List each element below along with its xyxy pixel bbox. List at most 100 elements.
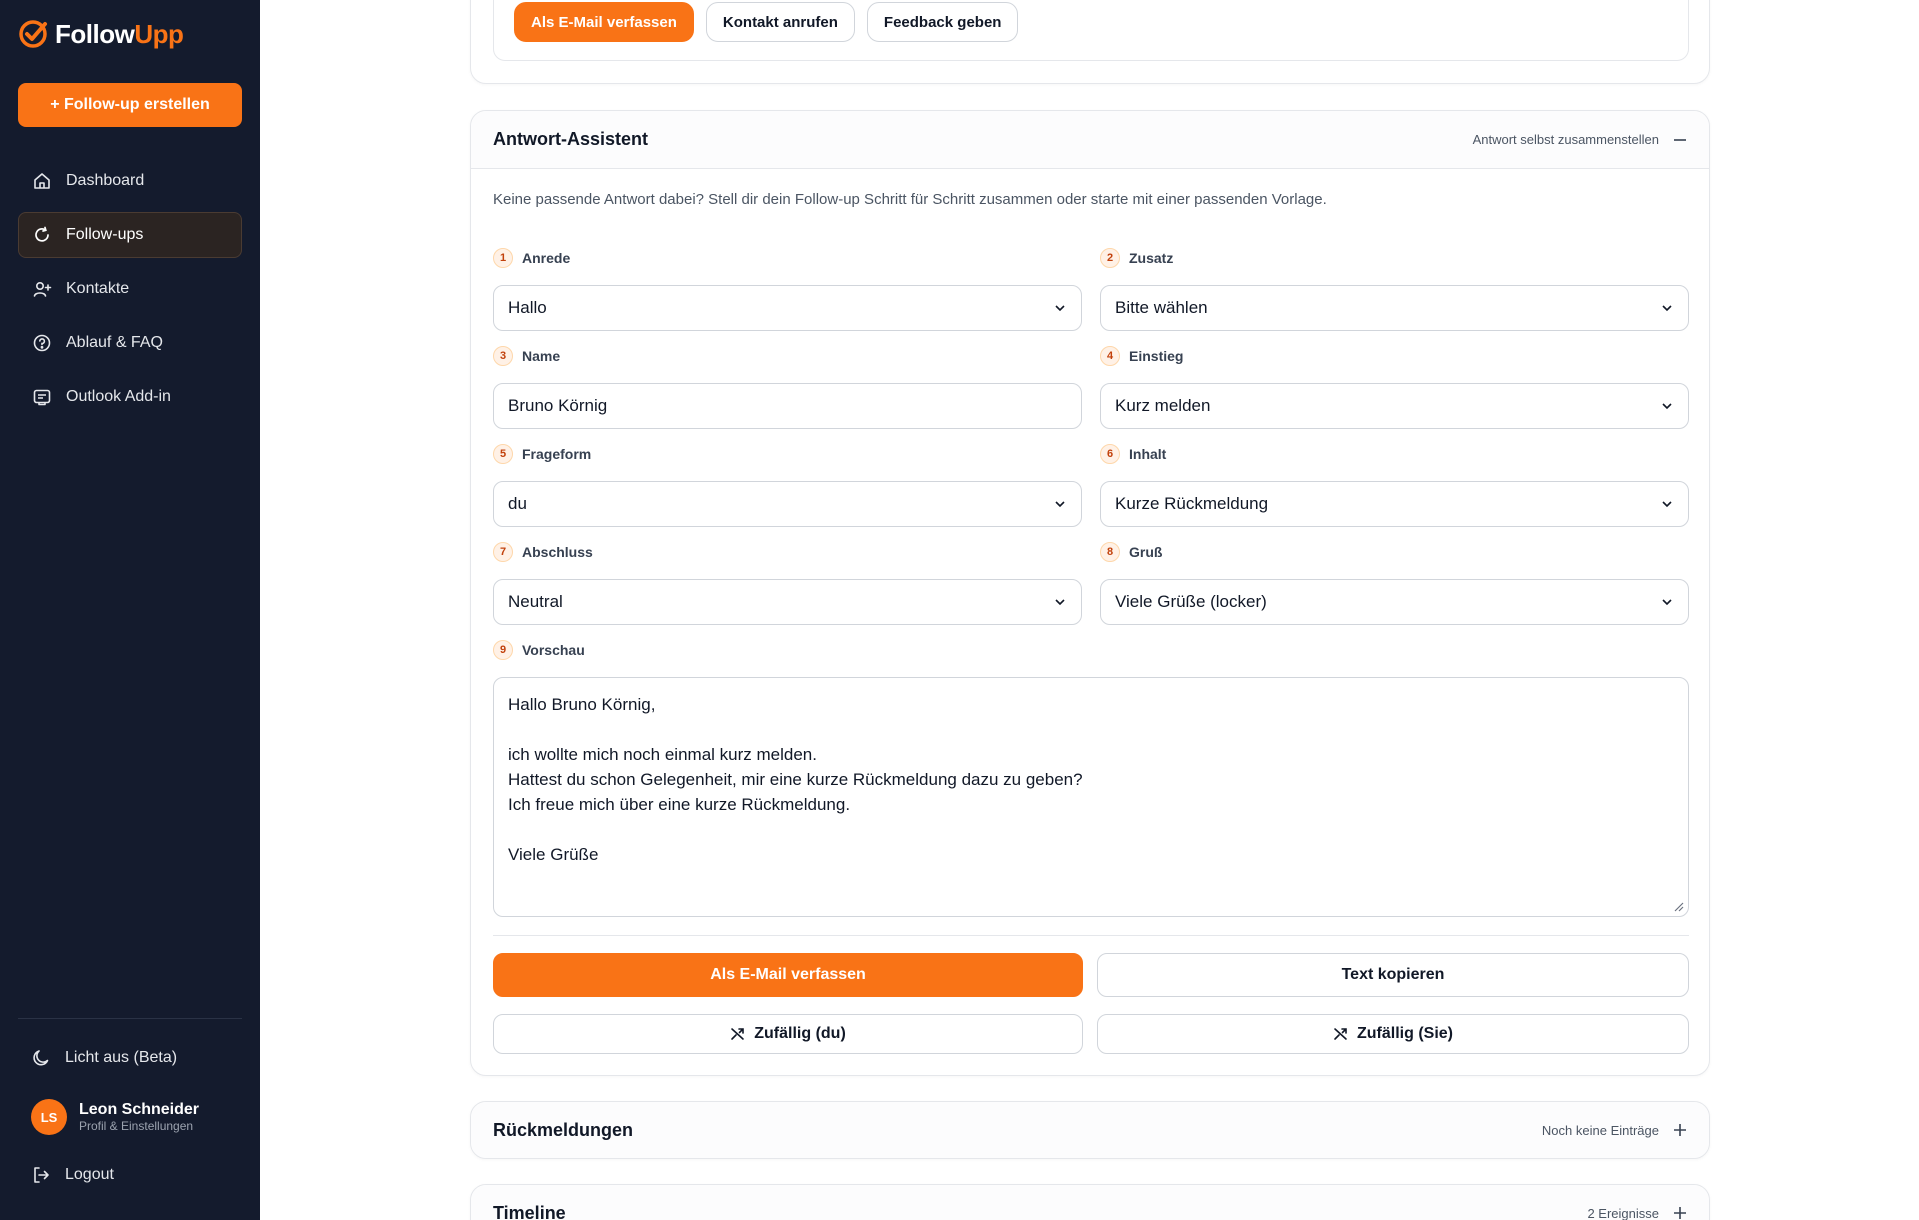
field-vorschau-label: 9 Vorschau [493, 639, 585, 661]
timeline-section-header[interactable]: Timeline 2 Ereignisse [471, 1185, 1709, 1220]
gruss-select[interactable]: Viele Grüße (locker) [1100, 579, 1689, 625]
select-value: du [508, 494, 527, 513]
shuffle-icon [731, 1028, 745, 1040]
frageform-select[interactable]: du [493, 481, 1082, 527]
preview-line: Hattest du schon Gelegenheit, mir eine k… [508, 770, 1083, 789]
sidebar-divider [18, 1018, 242, 1019]
field-inhalt: 6 Inhalt Kurze Rückmeldung [1100, 443, 1689, 527]
contact-actions-box: Als E-Mail verfassen Kontakt anrufen Fee… [493, 0, 1689, 61]
field-gruss-label: 8 Gruß [1100, 541, 1689, 563]
logout-icon [34, 1167, 49, 1183]
refresh-icon [35, 226, 49, 242]
field-frageform: 5 Frageform du [493, 443, 1082, 527]
field-gruss: 8 Gruß Viele Grüße (locker) [1100, 541, 1689, 625]
field-label-text: Abschluss [522, 544, 593, 560]
select-value: Viele Grüße (locker) [1115, 592, 1267, 611]
compose-email-button[interactable]: Als E-Mail verfassen [493, 953, 1083, 997]
mail-box-icon [33, 389, 51, 406]
step-number: 7 [493, 542, 513, 562]
field-label-text: Frageform [522, 446, 592, 462]
preview-line: Viele Grüße [508, 845, 599, 864]
preview-line [508, 817, 1674, 842]
random-du-label: Zufällig (du) [754, 1025, 846, 1042]
preview-line: ich wollte mich noch einmal kurz melden. [508, 745, 817, 764]
user-name: Leon Schneider [79, 1101, 200, 1118]
logo-check-icon [19, 20, 47, 48]
step-number: 9 [493, 640, 513, 660]
random-du-button[interactable]: Zufällig (du) [493, 1014, 1083, 1054]
user-profile[interactable]: LS Leon Schneider Profil & Einstellungen [31, 1099, 199, 1135]
step-number: 3 [493, 346, 513, 366]
preview-line [508, 717, 1674, 742]
contact-action-buttons: Als E-Mail verfassen Kontakt anrufen Fee… [514, 2, 1019, 42]
sidebar-item-outlook-add-in[interactable]: Outlook Add-in [18, 374, 242, 420]
preview-line: Ich freue mich über eine kurze Rückmeldu… [508, 795, 851, 814]
logo[interactable]: FollowUpp [17, 18, 184, 50]
help-circle-icon [33, 334, 51, 352]
feedback-section-header[interactable]: Rückmeldungen Noch keine Einträge [471, 1102, 1709, 1158]
logout-label: Logout [65, 1166, 114, 1183]
compose-email-button-top[interactable]: Als E-Mail verfassen [514, 2, 694, 42]
expand-plus-icon [1674, 1207, 1686, 1219]
home-icon [34, 173, 50, 189]
sidebar-item-follow-ups[interactable]: Follow-ups [18, 212, 242, 258]
theme-toggle[interactable]: Licht aus (Beta) [31, 1048, 177, 1068]
reply-assistant-header[interactable]: Antwort-Assistent Antwort selbst zusamme… [471, 111, 1709, 169]
feedback-section-toggle[interactable]: Noch keine Einträge [1542, 1123, 1687, 1138]
reply-assistant-title: Antwort-Assistent [493, 129, 649, 149]
shuffle-icon [1334, 1028, 1347, 1040]
user-plus-icon [33, 281, 52, 297]
logo-text: FollowUpp [55, 18, 184, 49]
chevron-down-icon [1662, 599, 1672, 606]
select-value: Bitte wählen [1115, 298, 1208, 317]
step-number: 5 [493, 444, 513, 464]
feedback-section-meta: Noch keine Einträge [1541, 1122, 1659, 1138]
expand-plus-icon [1674, 1124, 1686, 1136]
logout-button[interactable]: Logout [31, 1165, 114, 1185]
sidebar-item-ablauf-faq[interactable]: Ablauf & FAQ [18, 320, 242, 366]
field-zusatz-label: 2 Zusatz [1100, 247, 1689, 269]
field-label-text: Einstieg [1129, 348, 1184, 364]
zusatz-select[interactable]: Bitte wählen [1100, 285, 1689, 331]
random-sie-label: Zufällig (Sie) [1357, 1025, 1453, 1042]
call-contact-button[interactable]: Kontakt anrufen [705, 2, 855, 42]
sidebar-item-label: Follow-ups [66, 226, 144, 243]
anrede-select[interactable]: Hallo [493, 285, 1082, 331]
sidebar-item-label: Outlook Add-in [66, 388, 171, 405]
sidebar-item-kontakte[interactable]: Kontakte [18, 266, 242, 312]
timeline-section-toggle[interactable]: 2 Ereignisse [1587, 1206, 1687, 1220]
theme-toggle-label: Licht aus (Beta) [65, 1049, 178, 1066]
field-abschluss-label: 7 Abschluss [493, 541, 1082, 563]
field-einstieg: 4 Einstieg Kurz melden [1100, 345, 1689, 429]
sidebar-item-label: Dashboard [66, 172, 145, 189]
give-feedback-button[interactable]: Feedback geben [866, 2, 1019, 42]
field-label-text: Vorschau [522, 642, 585, 658]
abschluss-select[interactable]: Neutral [493, 579, 1082, 625]
chevron-down-icon [1055, 501, 1065, 508]
einstieg-select[interactable]: Kurz melden [1100, 383, 1689, 429]
compose-yourself-toggle[interactable]: Antwort selbst zusammenstellen [1473, 132, 1687, 147]
inhalt-select[interactable]: Kurze Rückmeldung [1100, 481, 1689, 527]
field-name: 3 Name Bruno Körnig [493, 345, 1082, 429]
field-anrede: 1 Anrede Hallo [493, 247, 1082, 331]
moon-icon [33, 1050, 49, 1066]
copy-text-button[interactable]: Text kopieren [1097, 953, 1689, 997]
input-value: Bruno Körnig [508, 396, 608, 415]
preview-line: Hallo Bruno Körnig, [508, 695, 656, 714]
field-label-text: Anrede [522, 250, 571, 266]
field-abschluss: 7 Abschluss Neutral [493, 541, 1082, 625]
preview-textarea[interactable]: Hallo Bruno Körnig, ich wollte mich noch… [493, 677, 1689, 917]
sidebar-item-dashboard[interactable]: Dashboard [18, 158, 242, 204]
name-input[interactable]: Bruno Körnig [493, 383, 1082, 429]
resize-handle-icon[interactable] [1672, 900, 1684, 912]
step-number: 6 [1100, 444, 1120, 464]
sidebar-item-label: Ablauf & FAQ [66, 334, 163, 351]
step-number: 8 [1100, 542, 1120, 562]
actions-divider [493, 935, 1689, 936]
create-follow-up-button[interactable]: + Follow-up erstellen [18, 83, 242, 127]
random-sie-button[interactable]: Zufällig (Sie) [1097, 1014, 1689, 1054]
contact-actions-card: Als E-Mail verfassen Kontakt anrufen Fee… [470, 0, 1710, 84]
sidebar: FollowUpp + Follow-up erstellen Dashboar… [0, 0, 260, 1220]
field-inhalt-label: 6 Inhalt [1100, 443, 1689, 465]
field-name-label: 3 Name [493, 345, 1082, 367]
